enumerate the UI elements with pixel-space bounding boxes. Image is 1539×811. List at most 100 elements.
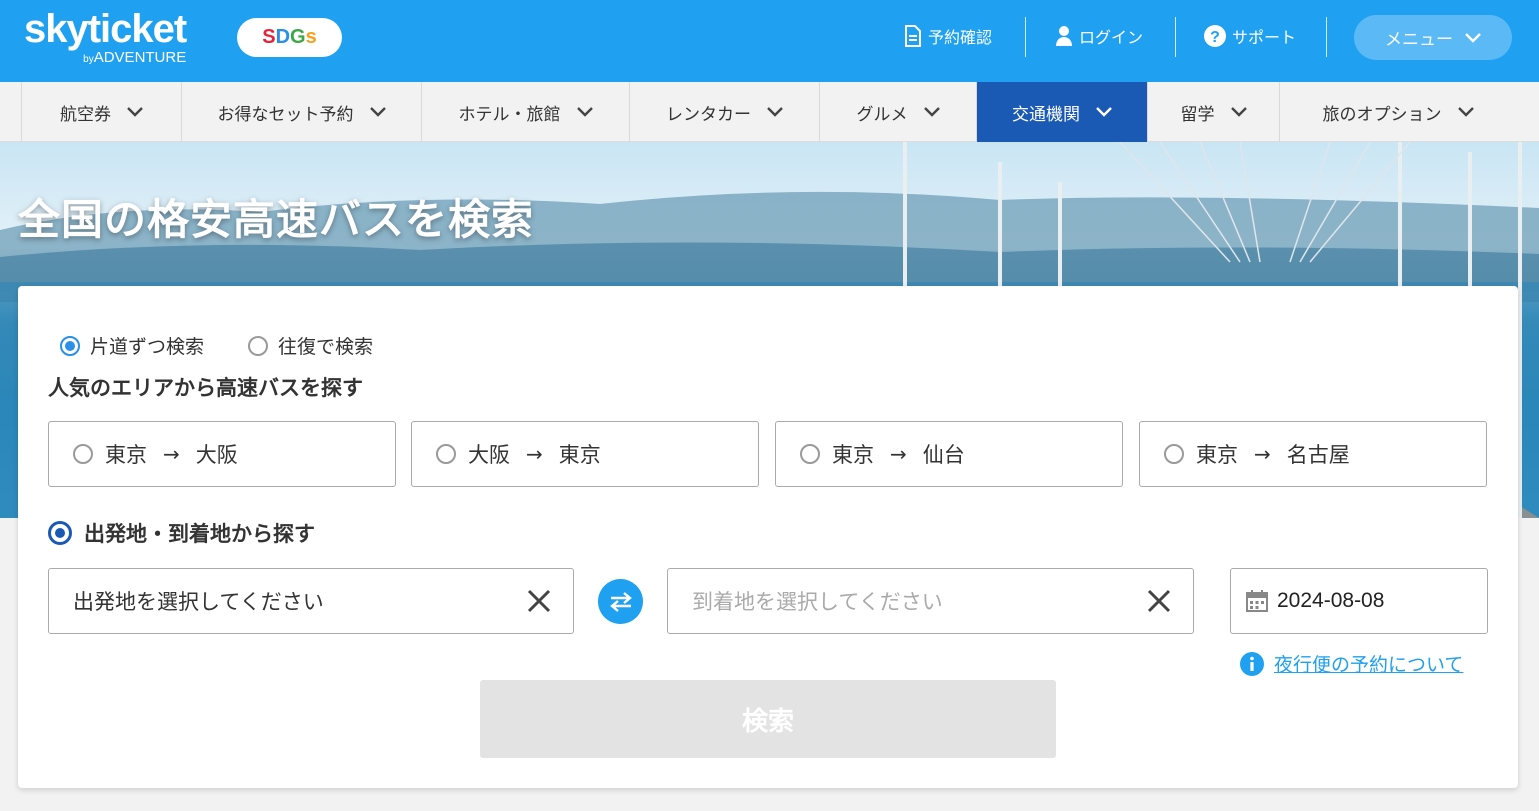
arrow-right-icon: → — [1254, 442, 1271, 466]
menu-button[interactable]: メニュー — [1354, 15, 1512, 60]
route-from: 東京 — [832, 443, 874, 467]
reservation-check-link[interactable]: 予約確認 — [904, 22, 992, 50]
custom-route-title: 出発地・到着地から探す — [84, 522, 315, 546]
route-from: 東京 — [1196, 443, 1238, 467]
reservation-check-label: 予約確認 — [928, 28, 993, 47]
arrival-placeholder: 到着地を選択してください — [692, 590, 943, 614]
calendar-icon — [1246, 590, 1268, 612]
header-divider — [1025, 17, 1026, 57]
radio-unselected[interactable] — [800, 444, 820, 464]
logo-text: skyticket — [24, 7, 187, 51]
departure-select[interactable]: 出発地を選択してください — [48, 568, 574, 634]
header-divider — [1175, 17, 1176, 57]
radio-unselected[interactable] — [1164, 444, 1184, 464]
trip-type-round-trip[interactable]: 往復で検索 — [248, 332, 373, 359]
nav-item-label: ホテル・旅館 — [458, 104, 561, 125]
nav-item-label: レンタカー — [666, 104, 751, 125]
header-divider — [1326, 17, 1327, 57]
skyticket-logo[interactable]: skyticket byADVENTURE — [24, 7, 187, 66]
popular-route-option[interactable]: 東京 → 大阪 — [48, 421, 396, 487]
nav-item-hotels[interactable]: ホテル・旅館 — [422, 82, 630, 142]
chevron-down-icon — [767, 107, 783, 117]
login-link[interactable]: ログイン — [1055, 22, 1143, 50]
nav-item-label: 交通機関 — [1012, 104, 1080, 125]
chevron-down-icon — [576, 107, 593, 117]
arrival-select[interactable]: 到着地を選択してください — [667, 568, 1194, 634]
info-icon — [1240, 651, 1264, 676]
main-nav: 航空券 お得なセット予約 ホテル・旅館 レンタカー グルメ 交通機関 留学 旅の… — [0, 82, 1539, 142]
swap-button[interactable] — [598, 579, 643, 624]
nav-item-label: お得なセット予約 — [217, 104, 354, 125]
site-header: skyticket byADVENTURE SDGs 予約確認 ログイン ? サ… — [0, 0, 1539, 82]
route-to: 仙台 — [922, 443, 965, 467]
chevron-down-icon — [127, 107, 143, 117]
logo-sub-name: ADVENTURE — [93, 49, 187, 66]
document-icon — [905, 25, 921, 47]
support-label: サポート — [1232, 28, 1297, 47]
support-link[interactable]: ? サポート — [1204, 22, 1296, 50]
login-label: ログイン — [1079, 28, 1144, 47]
nav-item-study-abroad[interactable]: 留学 — [1148, 82, 1280, 142]
popular-route-option[interactable]: 東京 → 仙台 — [775, 421, 1123, 487]
radio-selected[interactable] — [48, 521, 72, 545]
logo-subtext: byADVENTURE — [83, 50, 186, 68]
night-bus-info-label: 夜行便の予約について — [1274, 654, 1464, 676]
nav-item-set-deals[interactable]: お得なセット予約 — [182, 82, 422, 142]
radio-unselected[interactable] — [436, 444, 456, 464]
chevron-down-icon — [1230, 107, 1247, 117]
nav-item-travel-options[interactable]: 旅のオプション — [1280, 82, 1516, 142]
popular-route-option[interactable]: 東京 → 名古屋 — [1139, 421, 1487, 487]
nav-item-label: 旅のオプション — [1322, 104, 1442, 125]
route-to: 大阪 — [195, 443, 238, 467]
nav-item-gourmet[interactable]: グルメ — [820, 82, 977, 142]
bus-search-card: 片道ずつ検索 往復で検索 人気のエリアから高速バスを探す 東京 → 大阪 大阪 … — [18, 286, 1518, 788]
sdgs-badge[interactable]: SDGs — [237, 18, 342, 57]
night-bus-info-link[interactable]: 夜行便の予約について — [1240, 650, 1463, 677]
menu-label: メニュー — [1385, 30, 1453, 50]
chevron-down-icon — [1457, 107, 1474, 117]
nav-item-label: 留学 — [1180, 104, 1215, 125]
arrow-right-icon: → — [526, 442, 543, 466]
arrow-right-icon: → — [163, 442, 180, 466]
nav-item-label: 航空券 — [60, 104, 111, 125]
radio-selected[interactable] — [60, 335, 80, 356]
route-to: 名古屋 — [1286, 443, 1350, 467]
trip-type-label: 往復で検索 — [278, 336, 374, 358]
logo-sub-by: by — [83, 54, 94, 65]
sdgs-letter: D — [275, 26, 291, 48]
date-value: 2024-08-08 — [1277, 589, 1385, 612]
search-button[interactable]: 検索 — [480, 680, 1056, 758]
route-to: 東京 — [558, 443, 601, 467]
nav-item-label: グルメ — [856, 104, 908, 125]
trip-type-one-way[interactable]: 片道ずつ検索 — [60, 332, 204, 359]
arrow-right-icon: → — [890, 442, 907, 466]
svg-text:?: ? — [1210, 29, 1220, 46]
trip-type-label: 片道ずつ検索 — [90, 336, 205, 358]
nav-item-flights[interactable]: 航空券 — [22, 82, 182, 142]
nav-spacer — [0, 82, 22, 141]
date-picker[interactable]: 2024-08-08 — [1230, 568, 1488, 634]
help-icon: ? — [1204, 25, 1226, 47]
chevron-down-icon — [923, 107, 940, 117]
route-from: 東京 — [105, 443, 147, 467]
swap-arrows-icon — [609, 591, 632, 612]
chevron-down-icon — [369, 107, 386, 117]
popular-routes-title: 人気のエリアから高速バスを探す — [48, 376, 363, 400]
radio-unselected[interactable] — [73, 444, 93, 464]
clear-departure-icon[interactable] — [525, 587, 553, 615]
route-from: 大阪 — [468, 443, 510, 467]
nav-item-transport[interactable]: 交通機関 — [977, 82, 1148, 142]
sdgs-letter: G — [290, 26, 306, 48]
sdgs-letter: s — [305, 26, 317, 48]
chevron-down-icon — [1465, 32, 1481, 43]
sdgs-letter: S — [262, 26, 276, 48]
chevron-down-icon — [1096, 107, 1112, 117]
departure-value: 出発地を選択してください — [73, 590, 324, 614]
hero-title: 全国の格安高速バスを検索 — [18, 195, 535, 244]
search-button-label: 検索 — [741, 706, 794, 737]
nav-item-rental-car[interactable]: レンタカー — [630, 82, 820, 142]
popular-route-option[interactable]: 大阪 → 東京 — [411, 421, 759, 487]
custom-route-option[interactable]: 出発地・到着地から探す — [48, 518, 315, 548]
clear-arrival-icon[interactable] — [1145, 587, 1173, 615]
radio-unselected[interactable] — [248, 335, 268, 356]
